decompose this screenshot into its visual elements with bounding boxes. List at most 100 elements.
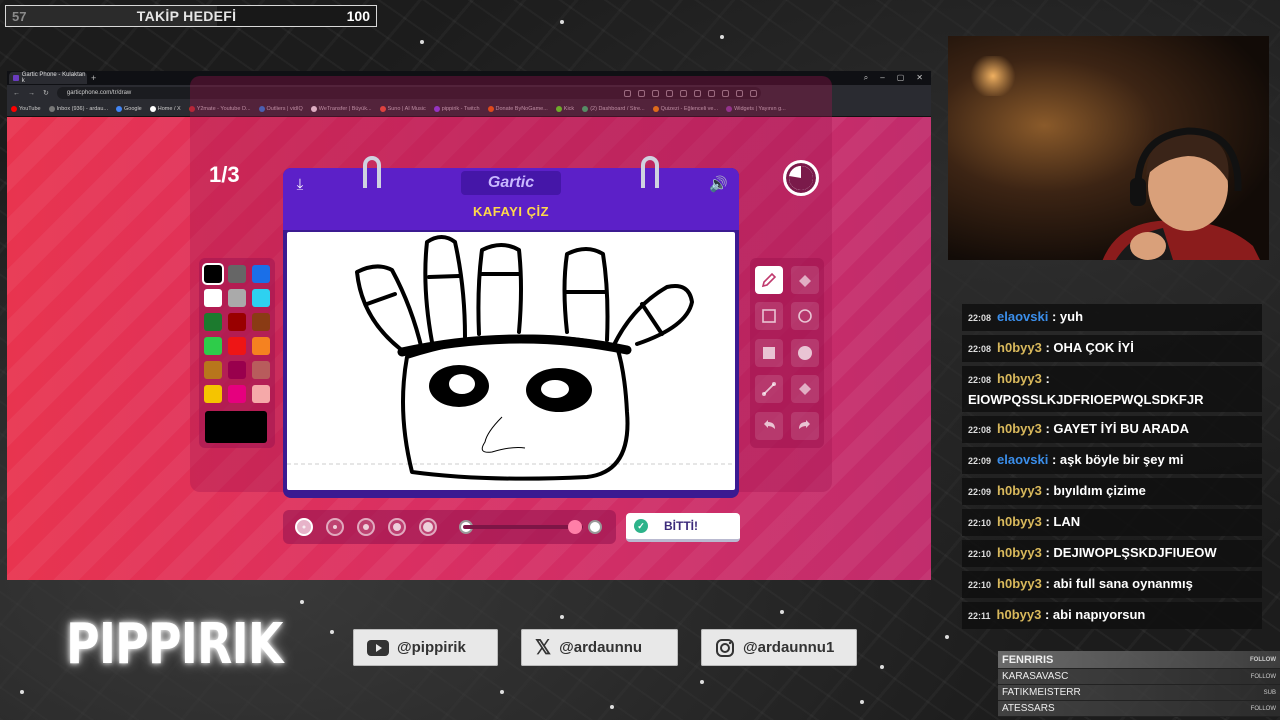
pencil-icon[interactable] (755, 266, 783, 294)
color-swatch[interactable] (252, 337, 270, 355)
bookmark-favicon-icon (149, 105, 156, 112)
undo-icon[interactable] (755, 411, 783, 440)
back-icon[interactable]: ← (13, 90, 20, 97)
chat-separator: : (1041, 421, 1054, 436)
eraser-icon[interactable] (791, 266, 819, 294)
goal-current: 57 (12, 8, 27, 24)
color-swatch[interactable] (228, 385, 246, 403)
chat-time: 22:08 (968, 344, 992, 354)
chat-separator: : (1041, 545, 1054, 560)
color-swatch[interactable] (252, 289, 270, 307)
instagram-icon (716, 638, 734, 657)
color-swatch[interactable] (204, 385, 222, 403)
rect-outline-icon[interactable] (755, 302, 783, 331)
opacity-max-knob[interactable] (588, 520, 602, 534)
bookmark-item[interactable]: Home / X (149, 105, 181, 112)
binder-ring-right (641, 156, 659, 188)
color-swatch[interactable] (228, 265, 246, 283)
color-swatch[interactable] (228, 289, 246, 307)
color-swatch[interactable] (228, 337, 246, 355)
search-tabs-icon[interactable]: ⌕ (864, 73, 868, 83)
chat-time: 22:10 (968, 518, 992, 528)
circle-fill-icon[interactable] (791, 338, 819, 367)
bookmark-item[interactable]: YouTube (11, 105, 41, 112)
chat-username: h0byy3 (997, 514, 1042, 529)
line-icon[interactable] (755, 375, 783, 404)
bookmark-label: Inbox (936) - ardau... (56, 105, 108, 112)
color-swatch[interactable] (252, 385, 270, 403)
color-swatch[interactable] (204, 313, 222, 331)
check-icon: ✓ (634, 519, 648, 533)
follower-name: ATESSARS (1002, 703, 1055, 714)
tab-gartic[interactable]: Gartic Phone - Kulaktan k (9, 72, 87, 84)
bookmark-item[interactable]: Google (116, 105, 142, 112)
chat-username: h0byy3 (997, 545, 1042, 560)
download-icon[interactable]: ⤓ (291, 176, 309, 194)
follower-tag: SUB (1263, 689, 1276, 696)
redo-icon[interactable] (791, 411, 819, 440)
chat-message: 22:09 elaovski : aşk böyle bir şey mi (962, 447, 1262, 474)
forward-icon[interactable]: → (28, 90, 35, 97)
drawing-canvas[interactable] (287, 232, 735, 490)
color-swatch[interactable] (228, 361, 246, 379)
brush-size-option[interactable] (295, 518, 313, 536)
color-swatch[interactable] (252, 361, 270, 379)
fill-bucket-icon[interactable] (791, 375, 819, 404)
chat-separator: : (1041, 576, 1054, 591)
chat-message: 22:08 h0byy3 : GAYET İYİ BU ARADA (962, 416, 1262, 443)
reload-icon[interactable]: ↻ (43, 89, 49, 97)
youtube-handle: @pippirik (397, 639, 466, 656)
color-swatch[interactable] (252, 313, 270, 331)
color-swatch[interactable] (202, 263, 224, 285)
chat-text: abi napıyorsun (1052, 607, 1146, 622)
bookmark-label: YouTube (19, 105, 41, 112)
timer-icon (783, 160, 819, 196)
lamp-glow (968, 56, 1018, 96)
brush-size-option[interactable] (357, 518, 375, 536)
bookmark-item[interactable]: Inbox (936) - ardau... (48, 105, 108, 112)
streamer-figure (1102, 127, 1260, 260)
chat-text: bıyıldım çizime (1053, 483, 1146, 498)
brush-size-option[interactable] (388, 518, 406, 536)
minimize-icon[interactable]: – (880, 73, 884, 83)
chat-message: 22:08 elaovski : yuh (962, 304, 1262, 331)
opacity-slider-knob[interactable] (568, 520, 582, 534)
chat-username: h0byy3 (997, 340, 1042, 355)
drawing-notebook: ⤓ Gartic 🔊 KAFAYI ÇİZ (283, 156, 739, 498)
color-swatches (202, 263, 270, 403)
color-swatch[interactable] (204, 337, 222, 355)
chat-text: aşk böyle bir şey mi (1059, 452, 1184, 467)
rect-fill-icon[interactable] (755, 338, 783, 367)
instagram-handle: @ardaunnu1 (743, 639, 835, 656)
chat-overlay: 22:08 elaovski : yuh 22:08 h0byy3 : OHA ÇOK… (962, 304, 1262, 633)
opacity-slider[interactable] (463, 525, 583, 529)
chat-separator: : (1048, 309, 1060, 324)
brush-size-option[interactable] (419, 518, 437, 536)
chat-username: h0byy3 (997, 421, 1042, 436)
gartic-logo: Gartic (461, 171, 561, 195)
chat-separator: : (1048, 452, 1060, 467)
follower-tag: FOLLOW (1250, 673, 1276, 680)
color-swatch[interactable] (204, 361, 222, 379)
chat-time: 22:11 (968, 611, 991, 621)
done-button[interactable]: ✓ BİTTİ! (626, 513, 740, 542)
chat-separator: : (1041, 514, 1054, 529)
bookmark-label: Home / X (157, 105, 181, 112)
close-icon[interactable]: ✕ (916, 73, 923, 83)
circle-outline-icon[interactable] (791, 302, 819, 331)
chat-time: 22:08 (968, 313, 992, 323)
chat-text: OHA ÇOK İYİ (1053, 340, 1134, 355)
color-swatch[interactable] (252, 265, 270, 283)
follower-name: FENRIRIS (1002, 653, 1054, 666)
brush-size-option[interactable] (326, 518, 344, 536)
chat-username: elaovski (997, 309, 1049, 324)
chat-time: 22:10 (968, 580, 992, 590)
volume-icon[interactable]: 🔊 (709, 176, 728, 194)
chat-time: 22:10 (968, 549, 992, 559)
color-swatch[interactable] (204, 289, 222, 307)
color-swatch[interactable] (228, 313, 246, 331)
maximize-icon[interactable]: ▢ (897, 73, 905, 83)
x-handle: @ardaunnu (559, 639, 643, 656)
new-tab-icon[interactable]: + (91, 73, 96, 83)
gartic-favicon-icon (13, 75, 19, 81)
